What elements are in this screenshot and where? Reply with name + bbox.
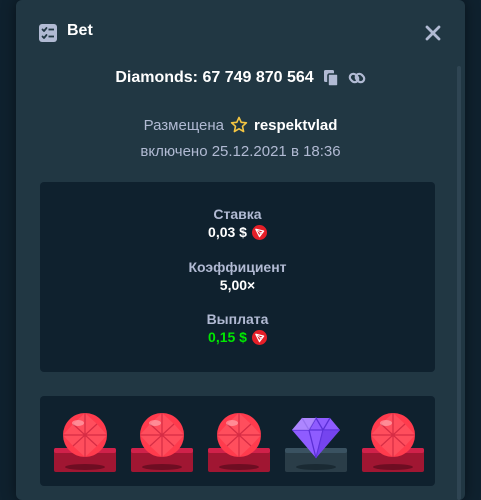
username-link[interactable]: respektvlad bbox=[254, 117, 337, 134]
modal-header: Bet bbox=[16, 0, 465, 64]
star-outline-icon bbox=[230, 116, 248, 133]
bet-slip-icon bbox=[39, 24, 57, 42]
payout-value: 0,15 $ bbox=[208, 329, 247, 345]
multiplier-value-row: 5,00× bbox=[40, 276, 435, 294]
bet-value: 0,03 $ bbox=[208, 224, 247, 240]
multiplier-label: Коэффициент bbox=[188, 259, 287, 275]
game-id: Diamonds: 67 749 870 564 bbox=[115, 69, 314, 86]
bet-modal: Bet Diamonds: 67 749 870 564 Размещена r… bbox=[16, 0, 465, 500]
bet-stats-panel: Ставка 0,03 $ Коэффициент 5,00× Выплата … bbox=[40, 182, 435, 372]
bet-value-row: 0,03 $ bbox=[40, 223, 435, 241]
payout-label: Выплата bbox=[206, 311, 269, 327]
placed-by-row: Размещена respektvlad bbox=[16, 114, 465, 136]
multiplier-value: 5,00× bbox=[219, 277, 256, 293]
tron-coin-icon bbox=[251, 224, 267, 240]
purple-gem-tile bbox=[285, 416, 347, 472]
game-id-row: Diamonds: 67 749 870 564 bbox=[16, 66, 465, 90]
close-icon[interactable] bbox=[424, 24, 442, 42]
red-gem-tile bbox=[362, 413, 424, 472]
red-gem-tile bbox=[131, 413, 193, 472]
diamonds-board bbox=[40, 396, 435, 486]
scrollbar[interactable] bbox=[457, 66, 461, 500]
placed-label: Размещена bbox=[143, 116, 224, 134]
copy-icon[interactable] bbox=[322, 69, 340, 87]
red-gem-tile bbox=[54, 413, 116, 472]
stat-multiplier: Коэффициент 5,00× bbox=[40, 259, 435, 294]
stat-bet: Ставка 0,03 $ bbox=[40, 206, 435, 241]
bet-label: Ставка bbox=[213, 206, 262, 222]
bet-date: включено 25.12.2021 в 18:36 bbox=[140, 143, 341, 160]
stat-payout: Выплата 0,15 $ bbox=[40, 311, 435, 346]
payout-value-row: 0,15 $ bbox=[40, 328, 435, 346]
tron-coin-icon bbox=[251, 329, 267, 345]
link-icon[interactable] bbox=[348, 69, 366, 87]
red-gem-tile bbox=[208, 413, 270, 472]
modal-title: Bet bbox=[67, 22, 93, 39]
